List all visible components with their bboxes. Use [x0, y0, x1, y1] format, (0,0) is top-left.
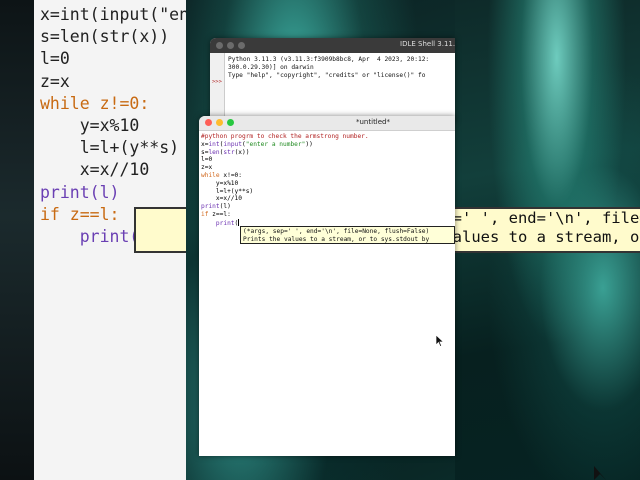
text-cursor: [238, 218, 240, 226]
editor-zoom-button[interactable]: [227, 119, 234, 126]
zoomed-calltip-left: [134, 207, 186, 253]
editor-code-area[interactable]: #python progrm to check the armstrong nu…: [201, 133, 369, 228]
shell-title: IDLE Shell 3.11.3: [400, 40, 455, 48]
background-shadow: [0, 0, 34, 480]
zoomed-background-left: x=int(input("en s=len(str(x)) l=0 z=x wh…: [0, 0, 186, 480]
calltip-popup: (*args, sep=' ', end='\n', file=None, fl…: [240, 226, 455, 244]
editor-titlebar[interactable]: *untitled*: [199, 116, 455, 131]
editor-title: *untitled*: [356, 118, 391, 126]
zoomed-background-right: (*args, sep=' ', end='\n', file=None, fl…: [455, 0, 640, 480]
shell-close-button[interactable]: [216, 42, 223, 49]
mouse-pointer-icon: [436, 335, 444, 347]
shell-titlebar[interactable]: IDLE Shell 3.11.3: [210, 38, 455, 53]
zoomed-calltip-right: (*args, sep=' ', end='\n', file=None, fl…: [455, 207, 640, 253]
shell-output[interactable]: Python 3.11.3 (v3.11.3:f3909b8bc8, Apr 4…: [228, 56, 429, 81]
shell-minimize-button[interactable]: [227, 42, 234, 49]
editor-window[interactable]: *untitled* #python progrm to check the a…: [199, 116, 455, 456]
idle-shell-window[interactable]: IDLE Shell 3.11.3 >>> Python 3.11.3 (v3.…: [210, 38, 455, 122]
shell-zoom-button[interactable]: [238, 42, 245, 49]
editor-close-button[interactable]: [205, 119, 212, 126]
shell-prompt: >>>: [212, 79, 222, 85]
zoomed-pointer-icon: [594, 466, 606, 480]
code-comment: #python progrm to check the armstrong nu…: [201, 133, 369, 140]
editor-minimize-button[interactable]: [216, 119, 223, 126]
shell-prompt-gutter: >>>: [210, 53, 225, 122]
